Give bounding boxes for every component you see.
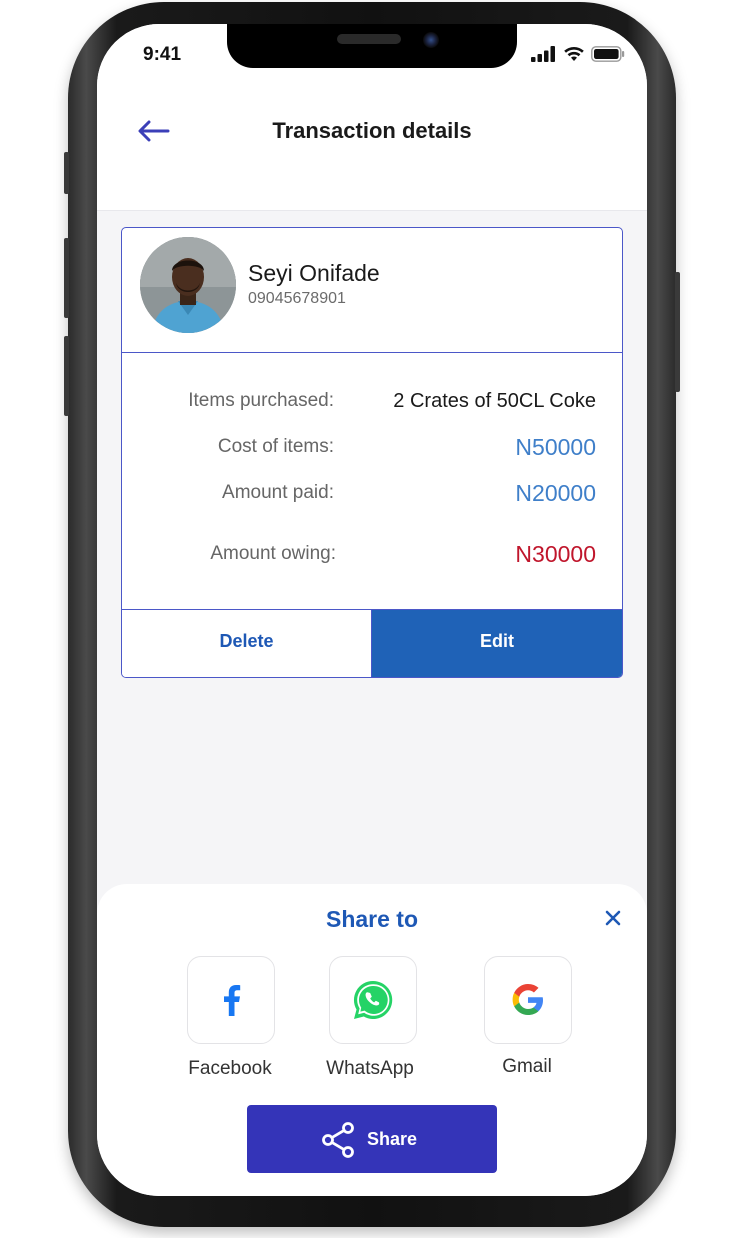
facebook-icon — [224, 985, 241, 1016]
share-option-whatsapp[interactable] — [329, 956, 417, 1044]
share-option-whatsapp-label: WhatsApp — [326, 1058, 414, 1079]
share-option-gmail-label: Gmail — [502, 1056, 552, 1077]
amount-paid-value: N20000 — [515, 480, 596, 506]
items-purchased-label: Items purchased: — [188, 390, 334, 411]
mute-switch — [64, 152, 69, 194]
cost-of-items-row: Cost of items: N50000 — [122, 434, 622, 466]
customer-name: Seyi Onifade — [248, 260, 380, 286]
whatsapp-icon — [353, 980, 393, 1019]
signal-icon — [531, 46, 555, 62]
amount-owing-row: Amount owing: N30000 — [122, 541, 622, 573]
share-sheet: Share to Facebook WhatsApp Gmail Share — [97, 884, 647, 1196]
phone-screen: 9:41 Transaction details Seyi Onifade 09… — [97, 24, 647, 1196]
page-title: Transaction details — [272, 118, 472, 143]
status-time: 9:41 — [143, 44, 182, 65]
amount-owing-label: Amount owing: — [210, 543, 336, 564]
power-button — [675, 272, 680, 392]
share-icon — [322, 1122, 354, 1158]
cost-of-items-label: Cost of items: — [217, 436, 334, 457]
share-option-gmail[interactable] — [484, 956, 572, 1044]
amount-paid-label: Amount paid: — [222, 482, 334, 503]
edit-button[interactable]: Edit — [372, 610, 622, 677]
volume-up-button — [64, 238, 69, 318]
amount-owing-value: N30000 — [515, 541, 596, 567]
customer-section: Seyi Onifade 09045678901 — [122, 228, 622, 353]
share-sheet-title: Share to — [325, 906, 419, 932]
items-purchased-value: 2 Crates of 50CL Coke — [393, 390, 596, 412]
speaker-grille — [337, 34, 401, 44]
items-purchased-row: Items purchased: 2 Crates of 50CL Coke — [122, 390, 622, 420]
transaction-card: Seyi Onifade 09045678901 Items purchased… — [121, 227, 623, 678]
avatar — [140, 237, 236, 333]
share-option-facebook-label: Facebook — [188, 1058, 272, 1079]
share-button[interactable]: Share — [247, 1105, 497, 1173]
volume-down-button — [64, 336, 69, 416]
status-icons — [531, 46, 625, 62]
wifi-icon — [564, 46, 584, 61]
google-icon — [512, 984, 543, 1015]
front-camera — [423, 32, 439, 48]
action-buttons: Delete Edit — [122, 609, 622, 677]
delete-button[interactable]: Delete — [122, 610, 372, 677]
amount-paid-row: Amount paid: N20000 — [122, 480, 622, 512]
battery-icon — [591, 46, 625, 62]
share-option-facebook[interactable] — [187, 956, 275, 1044]
notch — [227, 24, 517, 68]
share-button-label: Share — [367, 1129, 418, 1149]
avatar-image — [140, 237, 236, 333]
close-icon[interactable] — [603, 908, 623, 928]
customer-phone: 09045678901 — [248, 290, 346, 307]
cost-of-items-value: N50000 — [515, 434, 596, 460]
